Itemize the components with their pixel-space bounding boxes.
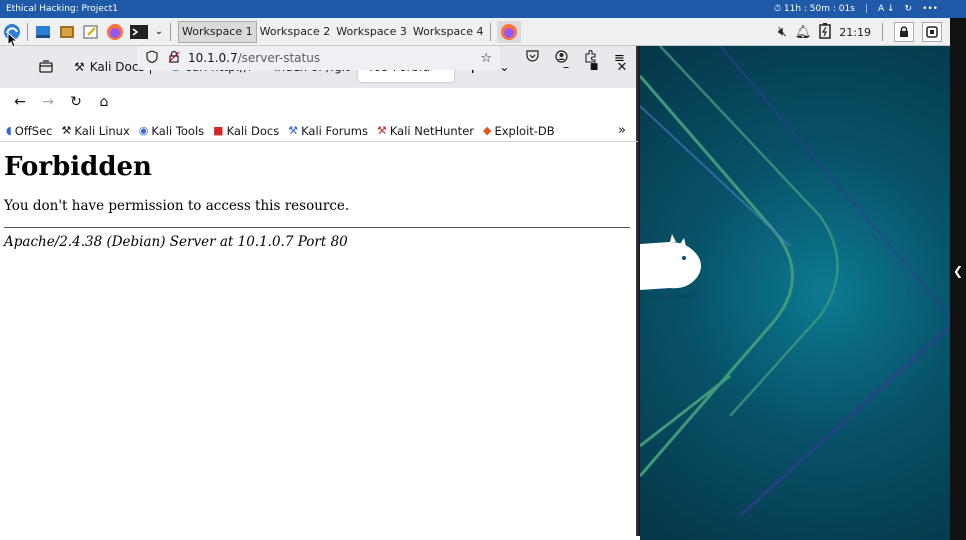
bookmark-kali-forums[interactable]: ⚒ Kali Forums bbox=[288, 124, 368, 138]
lab-status-bar: Ethical Hacking: Project1 ⏱ 11h : 50m : … bbox=[0, 0, 966, 18]
workspace-4[interactable]: Workspace 4 bbox=[410, 21, 487, 43]
taskbar: ⌄ Workspace 1 Workspace 2 Workspace 3 Wo… bbox=[0, 18, 950, 46]
bookmark-label: OffSec bbox=[14, 123, 53, 138]
show-desktop-icon[interactable] bbox=[34, 23, 52, 41]
page-content: Forbidden You don't have permission to a… bbox=[0, 142, 636, 536]
kali-icon: ⚒ bbox=[74, 60, 85, 74]
kali-forums-icon: ⚒ bbox=[288, 124, 299, 137]
error-message: You don't have permission to access this… bbox=[4, 198, 350, 214]
server-signature: Apache/2.4.38 (Debian) Server at 10.1.0.… bbox=[4, 234, 348, 250]
more-options-icon[interactable]: ••• bbox=[922, 4, 938, 14]
lock-screen-icon[interactable] bbox=[894, 22, 914, 42]
wallpaper-graphic bbox=[640, 46, 950, 518]
bookmark-label: Kali Tools bbox=[151, 123, 205, 138]
desktop-wallpaper bbox=[640, 46, 950, 540]
workspace-1[interactable]: Workspace 1 bbox=[178, 20, 257, 43]
forward-button[interactable]: → bbox=[34, 94, 62, 110]
logout-icon[interactable] bbox=[922, 22, 942, 42]
chevron-left-icon[interactable]: ❮ bbox=[953, 264, 963, 278]
offsec-icon: ◖ bbox=[6, 124, 12, 137]
workspace-3[interactable]: Workspace 3 bbox=[333, 21, 410, 43]
home-button[interactable]: ⌂ bbox=[90, 94, 118, 110]
language-indicator[interactable]: A ↓ bbox=[878, 4, 895, 14]
bookmarks-toolbar: ◖ OffSec ⚒ Kali Linux ◉ Kali Tools ■ Kali Do… bbox=[0, 120, 638, 142]
clock[interactable]: 21:19 bbox=[839, 26, 871, 39]
hamburger-menu-icon[interactable]: ≡ bbox=[605, 51, 634, 66]
lab-title: Ethical Hacking: Project1 bbox=[6, 4, 119, 14]
system-tray: 🔇︎ 🔔︎ 21:19 bbox=[778, 18, 942, 46]
page-heading: Forbidden bbox=[4, 152, 152, 182]
lab-timer: ⏱ 11h : 50m : 01s bbox=[774, 4, 855, 14]
side-panel-toggle[interactable]: ❮ bbox=[950, 18, 966, 540]
tab-list-chevron-icon[interactable]: ⌄ bbox=[499, 60, 509, 74]
url-path: /server-status bbox=[237, 51, 321, 65]
mouse-cursor-icon bbox=[7, 32, 17, 48]
firefox-view-icon[interactable] bbox=[26, 52, 66, 82]
bookmark-exploit-db[interactable]: ◆ Exploit-DB bbox=[483, 124, 555, 138]
toolbar-right: ≡ bbox=[518, 46, 634, 70]
insecure-lock-icon[interactable] bbox=[166, 50, 182, 66]
bookmark-label: Kali Docs bbox=[226, 123, 280, 138]
reload-button[interactable]: ↻ bbox=[62, 94, 90, 110]
account-icon[interactable] bbox=[547, 49, 576, 67]
sync-icon[interactable]: ↻ bbox=[905, 4, 913, 14]
chevron-down-icon[interactable]: ⌄ bbox=[154, 23, 164, 41]
firefox-window-icon[interactable] bbox=[496, 20, 521, 43]
bookmark-offsec[interactable]: ◖ OffSec bbox=[6, 124, 52, 138]
kali-icon: ⚒ bbox=[61, 124, 72, 137]
bookmark-kali-nethunter[interactable]: ⚒ Kali NetHunter bbox=[377, 124, 474, 138]
back-button[interactable]: ← bbox=[6, 94, 34, 110]
terminal-icon[interactable] bbox=[130, 23, 148, 41]
exploit-db-icon: ◆ bbox=[483, 124, 492, 137]
bookmarks-overflow-icon[interactable]: » bbox=[618, 123, 626, 138]
notification-bell-icon[interactable]: 🔔︎ bbox=[795, 25, 812, 40]
bookmark-kali-linux[interactable]: ⚒ Kali Linux bbox=[61, 124, 129, 138]
kali-dragon-logo bbox=[640, 234, 701, 300]
bookmark-kali-docs[interactable]: ■ Kali Docs bbox=[213, 124, 279, 138]
divider bbox=[4, 227, 630, 228]
bookmark-kali-tools[interactable]: ◉ Kali Tools bbox=[139, 124, 204, 138]
screen: Ethical Hacking: Project1 ⏱ 11h : 50m : … bbox=[0, 0, 966, 540]
tracking-protection-icon[interactable] bbox=[144, 50, 160, 66]
text-editor-icon[interactable] bbox=[82, 23, 100, 41]
workspace-2[interactable]: Workspace 2 bbox=[257, 21, 334, 43]
kali-tools-icon: ◉ bbox=[138, 124, 149, 137]
workspace-switcher: Workspace 1 Workspace 2 Workspace 3 Work… bbox=[178, 20, 487, 43]
bookmark-label: Exploit-DB bbox=[494, 123, 555, 138]
file-manager-icon[interactable] bbox=[58, 23, 76, 41]
bookmark-label: Kali Forums bbox=[301, 123, 368, 138]
url-host: 10.1.0.7 bbox=[188, 51, 238, 65]
firefox-launcher-icon[interactable] bbox=[106, 23, 124, 41]
nav-bar: ← → ↻ ⌂ bbox=[0, 88, 636, 116]
volume-muted-icon[interactable]: 🔇︎ bbox=[778, 24, 787, 40]
pocket-icon[interactable] bbox=[518, 50, 547, 66]
url-bar[interactable]: 10.1.0.7/server-status ☆ bbox=[138, 46, 500, 70]
kali-docs-icon: ■ bbox=[213, 124, 224, 137]
bookmark-label: Kali Linux bbox=[74, 123, 130, 138]
extensions-icon[interactable] bbox=[576, 49, 605, 67]
browser-bottom-edge bbox=[0, 536, 640, 540]
bookmark-label: Kali NetHunter bbox=[389, 123, 474, 138]
nethunter-icon: ⚒ bbox=[376, 124, 387, 137]
battery-icon[interactable] bbox=[819, 22, 832, 42]
bookmark-star-icon[interactable]: ☆ bbox=[480, 51, 492, 66]
